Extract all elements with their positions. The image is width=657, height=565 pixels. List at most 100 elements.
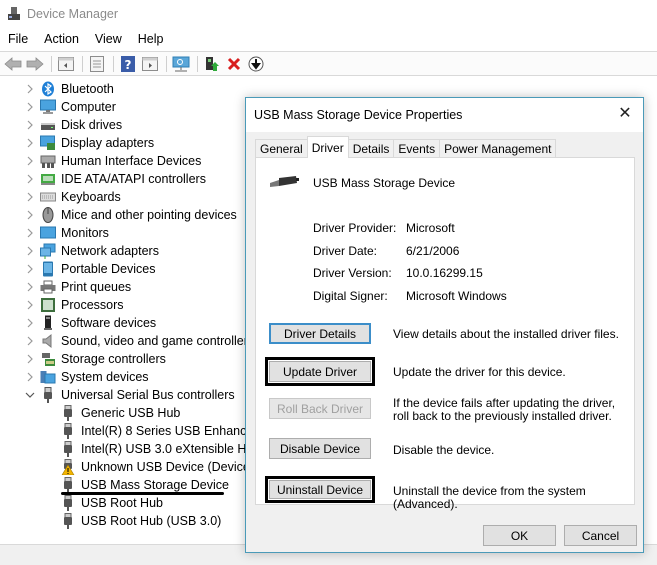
tree-item-label: Unknown USB Device (Device D (81, 460, 263, 474)
monitor-icon (40, 225, 56, 241)
info-value: 10.0.16299.15 (406, 266, 483, 280)
chevron-right-icon[interactable] (24, 227, 36, 239)
tree-item-label: Mice and other pointing devices (61, 208, 237, 222)
chevron-right-icon[interactable] (24, 317, 36, 329)
usb-icon (40, 387, 56, 403)
usb-device-item[interactable]: Intel(R) 8 Series USB Enhanced (56, 422, 260, 440)
tab-events[interactable]: Events (393, 139, 441, 158)
back-icon[interactable] (3, 55, 23, 73)
tree-category-computer[interactable]: Computer (24, 98, 116, 116)
tree-item-label: Bluetooth (61, 82, 114, 96)
tree-category-portable-devices[interactable]: Portable Devices (24, 260, 156, 278)
chevron-right-icon[interactable] (24, 335, 36, 347)
tree-category-human-interface-devices[interactable]: Human Interface Devices (24, 152, 201, 170)
chevron-right-icon[interactable] (24, 299, 36, 311)
tree-category-storage-controllers[interactable]: Storage controllers (24, 350, 166, 368)
toolbar-separator (113, 55, 114, 72)
tree-item-label: IDE ATA/ATAPI controllers (61, 172, 206, 186)
tree-category-universal-serial-bus-controllers[interactable]: Universal Serial Bus controllers (24, 386, 235, 404)
device-tree: Bluetooth Computer Disk drives Display adap… (0, 80, 263, 535)
usb-device-icon (60, 405, 76, 421)
chevron-down-icon[interactable] (24, 389, 36, 401)
chevron-right-icon[interactable] (24, 353, 36, 365)
tab-power-management[interactable]: Power Management (439, 139, 557, 158)
tree-category-print-queues[interactable]: Print queues (24, 278, 131, 296)
tab-driver[interactable]: Driver (306, 136, 349, 158)
show-hide-console-tree-icon[interactable] (56, 55, 76, 73)
chevron-right-icon[interactable] (24, 173, 36, 185)
scan-hardware-icon[interactable] (171, 55, 191, 73)
uninstall-device-button[interactable]: Uninstall Device (265, 476, 375, 503)
software-device-icon (40, 315, 56, 331)
chevron-right-icon[interactable] (24, 101, 36, 113)
usb-device-icon (60, 495, 76, 511)
tree-category-ide-ata-atapi-controllers[interactable]: IDE ATA/ATAPI controllers (24, 170, 206, 188)
chevron-right-icon[interactable] (24, 209, 36, 221)
driver-details-button[interactable]: Driver Details (269, 323, 371, 344)
dialog-title-bar: USB Mass Storage Device Properties ✕ (246, 98, 643, 132)
disable-device-icon[interactable] (246, 55, 266, 73)
usb-device-item[interactable]: Unknown USB Device (Device D (56, 458, 262, 476)
tree-category-system-devices[interactable]: System devices (24, 368, 149, 386)
chevron-right-icon[interactable] (24, 137, 36, 149)
disable-device-button[interactable]: Disable Device (269, 438, 371, 459)
help-icon[interactable]: ? (118, 55, 138, 73)
tree-category-bluetooth[interactable]: Bluetooth (24, 80, 114, 98)
tab-general[interactable]: General (255, 139, 308, 158)
usb-device-item[interactable]: USB Root Hub (56, 494, 163, 512)
info-key: Driver Date: (313, 244, 378, 258)
annotation-underline (61, 492, 224, 495)
chevron-right-icon[interactable] (24, 371, 36, 383)
show-hide-action-pane-icon[interactable] (140, 55, 160, 73)
tree-category-display-adapters[interactable]: Display adapters (24, 134, 154, 152)
tree-category-processors[interactable]: Processors (24, 296, 124, 314)
roll-back-driver-button[interactable]: Roll Back Driver (269, 398, 371, 419)
chevron-right-icon[interactable] (24, 191, 36, 203)
tree-item-label: USB Root Hub (81, 496, 163, 510)
menu-file[interactable]: File (0, 32, 36, 46)
processor-icon (40, 297, 56, 313)
chevron-right-icon[interactable] (24, 119, 36, 131)
usb-device-icon (60, 423, 76, 439)
toolbar-separator (82, 55, 83, 72)
tree-category-software-devices[interactable]: Software devices (24, 314, 156, 332)
forward-icon[interactable] (25, 55, 45, 73)
uninstall-icon[interactable] (224, 55, 244, 73)
tree-category-keyboards[interactable]: Keyboards (24, 188, 121, 206)
chevron-right-icon[interactable] (24, 83, 36, 95)
tree-item-label: Disk drives (61, 118, 123, 132)
menu-help[interactable]: Help (130, 32, 172, 46)
usb-device-item[interactable]: USB Root Hub (USB 3.0) (56, 512, 221, 530)
usb-device-item[interactable]: Intel(R) USB 3.0 eXtensible Host (56, 440, 263, 458)
tree-item-label: USB Root Hub (USB 3.0) (81, 514, 222, 528)
tree-category-disk-drives[interactable]: Disk drives (24, 116, 122, 134)
menu-action[interactable]: Action (36, 32, 87, 46)
system-device-icon (40, 369, 56, 385)
hid-icon (40, 153, 56, 169)
chevron-right-icon[interactable] (24, 155, 36, 167)
tree-category-sound-video-and-game-controllers[interactable]: Sound, video and game controllers (24, 332, 254, 350)
chevron-right-icon[interactable] (24, 245, 36, 257)
tree-category-monitors[interactable]: Monitors (24, 224, 109, 242)
cancel-button[interactable]: Cancel (564, 525, 637, 546)
info-key: Driver Provider: (313, 221, 397, 235)
properties-icon[interactable] (87, 55, 107, 73)
storage-controller-icon (40, 351, 56, 367)
tree-category-mice-and-other-pointing-devices[interactable]: Mice and other pointing devices (24, 206, 237, 224)
device-manager-icon (7, 7, 21, 21)
tree-item-label: Display adapters (61, 136, 155, 150)
tab-details[interactable]: Details (347, 139, 395, 158)
tree-category-network-adapters[interactable]: Network adapters (24, 242, 159, 260)
update-driver-icon[interactable] (202, 55, 222, 73)
toolbar-separator (166, 55, 167, 72)
menu-view[interactable]: View (87, 32, 130, 46)
close-icon[interactable]: ✕ (617, 106, 633, 122)
info-value: Microsoft Windows (406, 289, 507, 303)
usb-device-item[interactable]: Generic USB Hub (56, 404, 180, 422)
chevron-right-icon[interactable] (24, 281, 36, 293)
tree-item-label: Keyboards (61, 190, 121, 204)
usb-plug-icon (269, 175, 299, 189)
update-driver-button[interactable]: Update Driver (265, 357, 375, 386)
ok-button[interactable]: OK (483, 525, 556, 546)
chevron-right-icon[interactable] (24, 263, 36, 275)
